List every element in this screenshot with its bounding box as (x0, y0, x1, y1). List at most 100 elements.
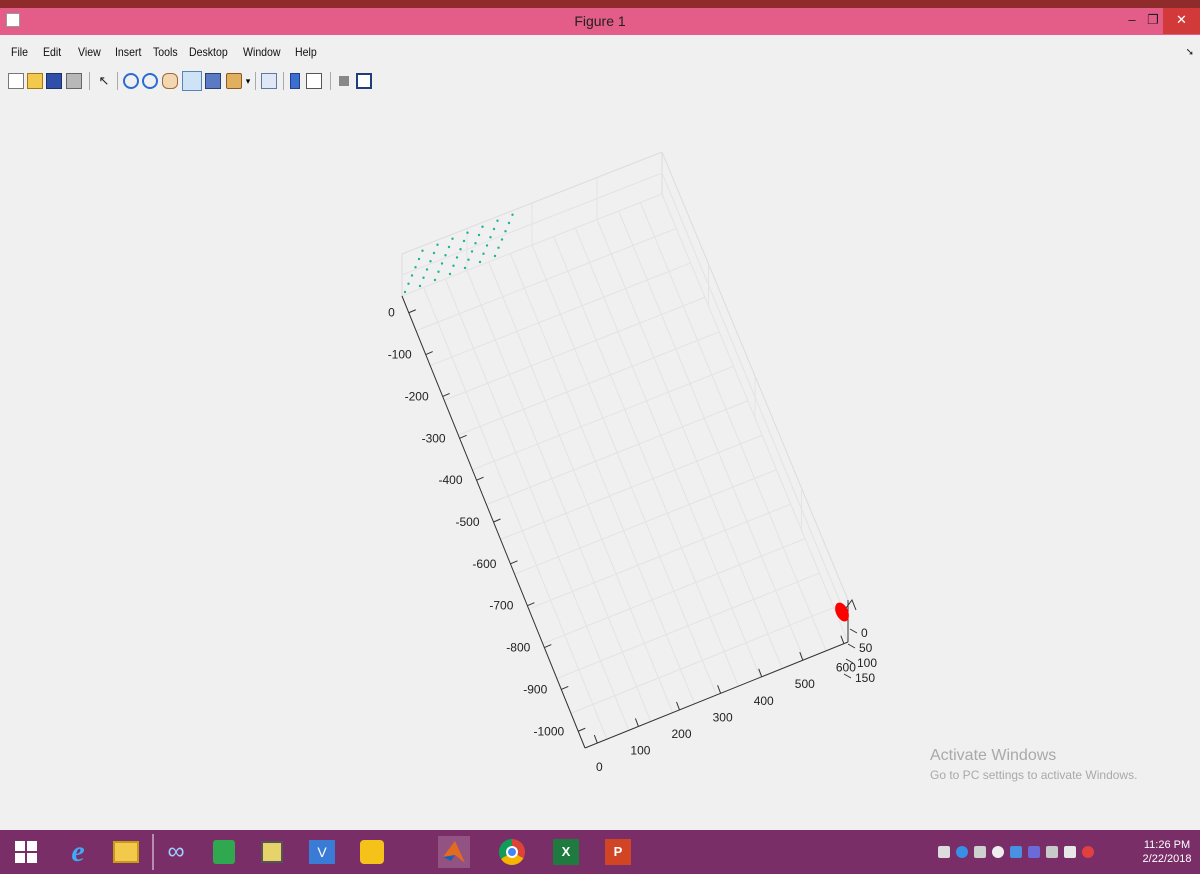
internet-explorer-icon[interactable]: e (62, 835, 94, 868)
window-title: Figure 1 (574, 13, 626, 29)
data-cursor-icon[interactable] (205, 73, 221, 89)
tray-wifi-icon[interactable] (992, 846, 1004, 858)
grid-line (444, 278, 630, 731)
tray-icon-2[interactable] (956, 846, 968, 858)
zoom-out-icon[interactable] (142, 73, 158, 89)
matlab-logo-icon (443, 841, 465, 863)
start-button[interactable] (10, 836, 42, 868)
cloud-point (463, 266, 467, 270)
grid-line (553, 236, 739, 687)
pan-hand-icon[interactable] (162, 73, 178, 89)
watermark-title: Activate Windows (930, 747, 1057, 764)
tray-icon-7[interactable] (1046, 846, 1058, 858)
cloud-point (422, 276, 425, 279)
menu-window[interactable]: Window (243, 45, 281, 59)
open-file-icon[interactable] (27, 73, 43, 89)
store-icon[interactable] (208, 836, 240, 868)
minimize-button[interactable]: – (1121, 8, 1143, 34)
cloud-point (470, 250, 474, 253)
toolbar-separator (255, 72, 256, 90)
taskbar: e ∞ V X P 11:26 PM 2/22/2018 (0, 830, 1200, 874)
infinity-app-icon[interactable]: ∞ (160, 836, 192, 868)
toolbar-separator (117, 72, 118, 90)
hide-plot-tools-icon[interactable] (339, 76, 349, 86)
z-tick-label: 100 (857, 656, 877, 670)
y-tick (544, 644, 552, 649)
y-tick-label: -900 (523, 682, 547, 696)
z-tick-label: 50 (859, 641, 873, 655)
menu-edit[interactable]: Edit (43, 45, 61, 59)
y-tick-label: -500 (455, 515, 479, 529)
cloud-point (500, 238, 504, 241)
tray-icon-6[interactable] (1028, 846, 1040, 858)
y-tick (425, 351, 433, 356)
cloud-point (425, 268, 429, 271)
dock-arrow-icon[interactable]: ➘ (1186, 47, 1194, 58)
point-cloud (403, 213, 514, 294)
cloud-point (440, 262, 444, 265)
y-tick (510, 560, 518, 565)
tray-flag-icon[interactable] (1064, 846, 1076, 858)
x-tick-label: 400 (754, 694, 774, 708)
toolbar-separator (330, 72, 331, 90)
axes-3d-plot[interactable]: 0 -100 -200 -300 -400 -500 -600 -700 -800 -900 -10… (0, 95, 1200, 830)
cloud-point (466, 231, 469, 234)
x-tick (840, 635, 845, 644)
watermark-subtitle: Go to PC settings to activate Windows. (930, 768, 1138, 782)
x-tick (634, 718, 639, 727)
cloud-point (417, 257, 421, 261)
legend-icon[interactable] (306, 73, 322, 89)
tray-icon-1[interactable] (938, 846, 950, 858)
menu-help[interactable]: Help (295, 45, 317, 59)
brush-dropdown-icon[interactable]: ▾ (244, 73, 252, 89)
colorbar-icon[interactable] (290, 73, 300, 89)
select-arrow-icon[interactable]: ↖ (96, 73, 112, 89)
tray-icon-3[interactable] (974, 846, 986, 858)
y-tick (442, 392, 450, 397)
menu-view[interactable]: View (78, 45, 101, 59)
y-tick (459, 434, 467, 439)
x-tick-label: 0 (596, 760, 603, 774)
menu-insert[interactable]: Insert (115, 45, 141, 59)
save-icon[interactable] (46, 73, 62, 89)
powerpoint-icon[interactable]: P (602, 836, 634, 868)
cloud-point (403, 290, 407, 294)
excel-icon[interactable]: X (550, 836, 582, 868)
figure-canvas[interactable]: 0 -100 -200 -300 -400 -500 -600 -700 -800 -900 -10… (0, 95, 1200, 830)
close-button[interactable]: ✕ (1163, 8, 1200, 34)
new-figure-icon[interactable] (8, 73, 24, 89)
file-explorer-icon[interactable] (110, 836, 142, 868)
cloud-point (507, 221, 511, 225)
menu-tools[interactable]: Tools (153, 45, 178, 59)
cloud-point (437, 270, 440, 273)
vc-app-icon[interactable]: V (306, 836, 338, 868)
puzzle-app-icon[interactable] (356, 836, 388, 868)
y-tick-label: 0 (388, 306, 395, 320)
y-tick (493, 518, 501, 523)
z-tick-label: 0 (861, 626, 868, 640)
cloud-point (511, 213, 514, 216)
cloud-point (482, 252, 485, 255)
cloud-point (421, 249, 424, 252)
toolbar-separator (283, 72, 284, 90)
brush-icon[interactable] (226, 73, 242, 89)
grid-line (531, 244, 717, 696)
print-icon[interactable] (66, 73, 82, 89)
matlab-taskbar-icon[interactable] (438, 836, 470, 868)
chrome-icon[interactable] (496, 836, 528, 868)
menu-file[interactable]: File (11, 45, 28, 59)
menu-desktop[interactable]: Desktop (189, 45, 228, 59)
cloud-point (493, 254, 497, 258)
title-bar: Figure 1 – ❐ ✕ (0, 0, 1200, 35)
link-plot-icon[interactable] (261, 73, 277, 89)
zoom-in-icon[interactable] (123, 73, 139, 89)
rotate-3d-icon[interactable] (182, 71, 202, 91)
system-clock[interactable]: 11:26 PM 2/22/2018 (1138, 838, 1196, 866)
y-tick-label: -300 (422, 431, 446, 445)
network-app-icon[interactable] (256, 836, 288, 868)
show-plot-tools-icon[interactable] (356, 73, 372, 89)
tray-icon-5[interactable] (1010, 846, 1022, 858)
tray-volume-icon[interactable] (1082, 846, 1094, 858)
y-tick-label: -1000 (534, 724, 565, 738)
maximize-button[interactable]: ❐ (1143, 8, 1163, 34)
